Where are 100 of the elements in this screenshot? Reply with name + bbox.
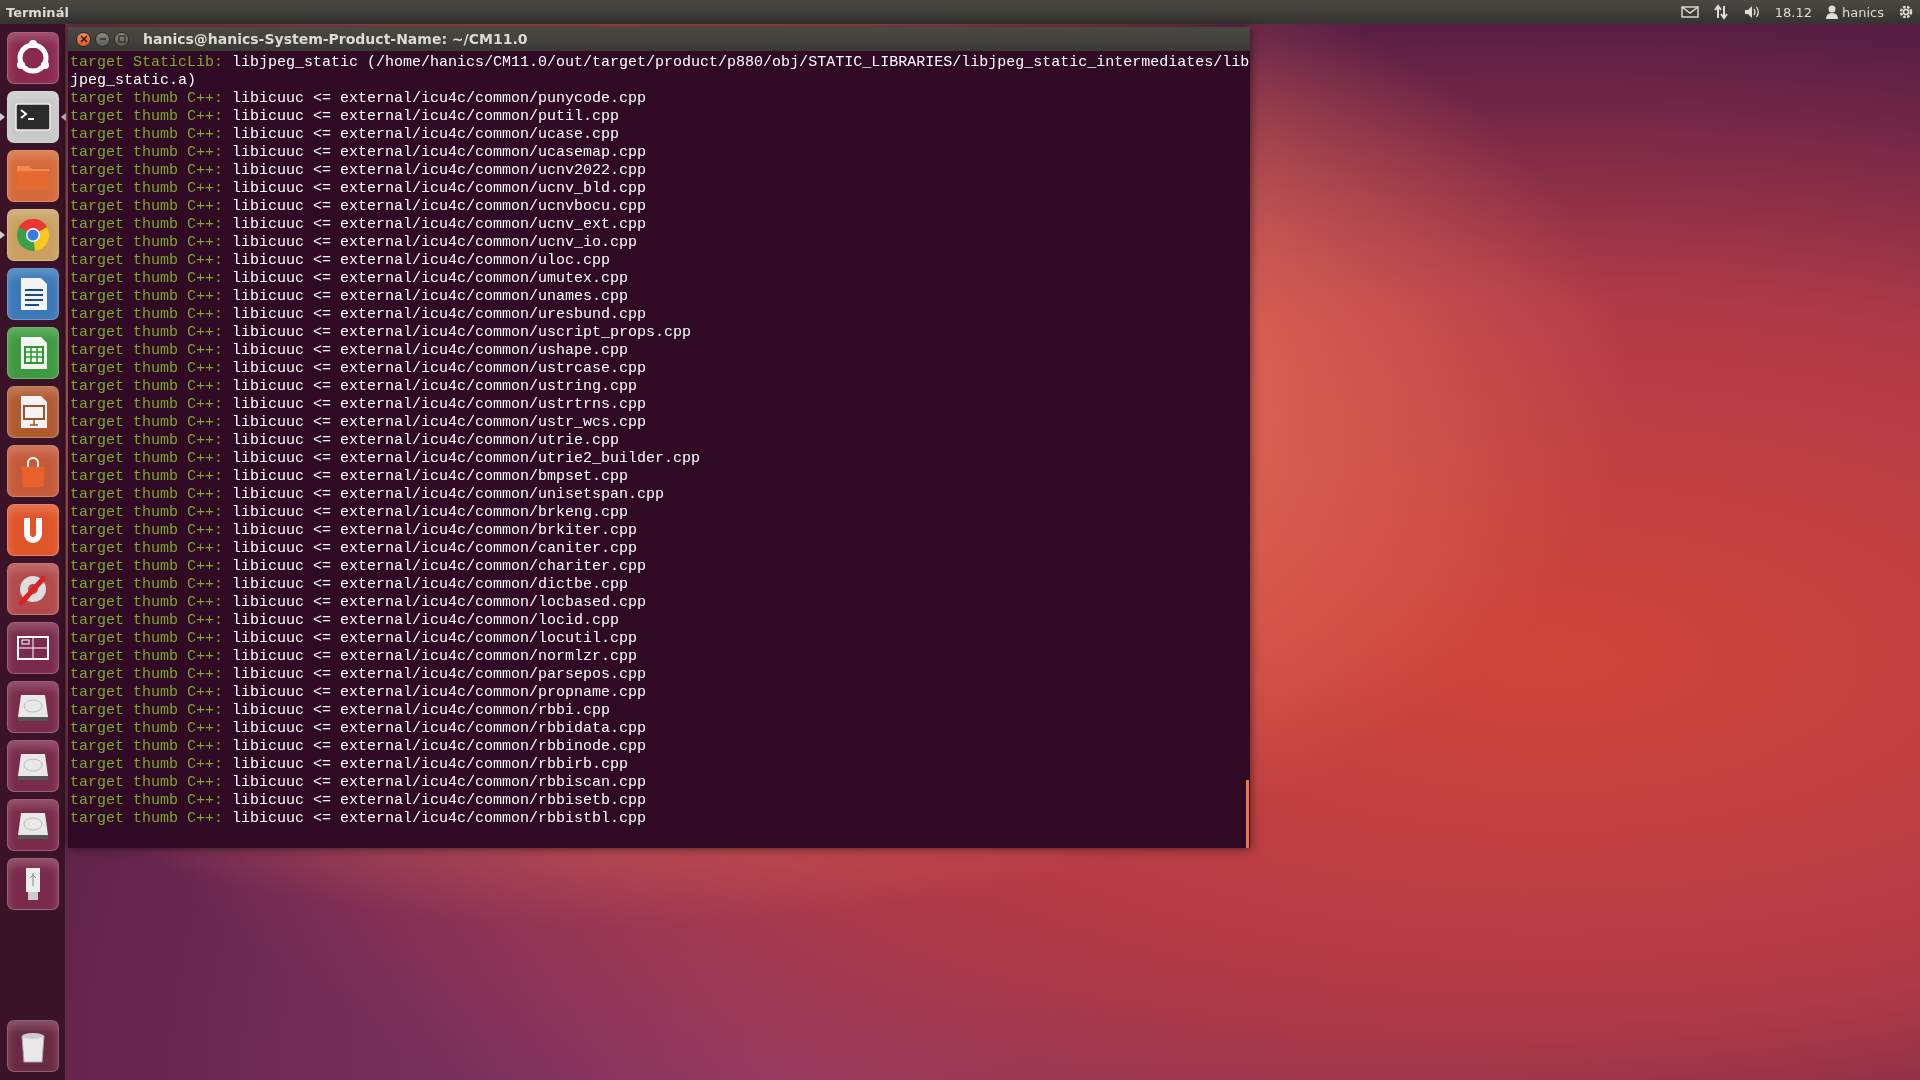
- build-target-label: target thumb C++:: [70, 576, 224, 593]
- mail-icon[interactable]: [1680, 5, 1699, 19]
- output-text: libicuuc <= external/icu4c/common/dictbe.cpp: [232, 576, 629, 593]
- output-text: libicuuc <= external/icu4c/common/unames.cpp: [232, 288, 629, 305]
- output-text: libicuuc <= external/icu4c/common/ucase.cpp: [232, 126, 620, 143]
- launcher-item[interactable]: [6, 858, 59, 910]
- build-target-label: target thumb C++:: [70, 234, 224, 251]
- build-target-label: target thumb C++:: [70, 270, 224, 287]
- build-target-label: target thumb C++:: [70, 414, 224, 431]
- output-text: libicuuc <= external/icu4c/common/umutex.cpp: [232, 270, 629, 287]
- build-target-label: target thumb C++:: [70, 378, 224, 395]
- scrollbar-thumb[interactable]: [1246, 780, 1249, 848]
- output-text: libicuuc <= external/icu4c/common/uscript_props.cpp: [232, 324, 692, 341]
- network-arrows-icon[interactable]: [1712, 4, 1729, 20]
- launcher-item[interactable]: [6, 622, 59, 674]
- output-text: libjpeg_static (/home/hanics/CM11.0/out/target/product/p880/obj/STATIC_LIBRARIES/libjpeg_static_intermediates/lib: [232, 54, 1250, 71]
- output-text: libicuuc <= external/icu4c/common/utrie.cpp: [232, 432, 620, 449]
- output-text: libicuuc <= external/icu4c/common/locid.cpp: [232, 612, 620, 629]
- output-text: libicuuc <= external/icu4c/common/ustrcase.cpp: [232, 360, 647, 377]
- launcher-item[interactable]: [6, 32, 59, 84]
- output-text: libicuuc <= external/icu4c/common/rbbidata.cpp: [232, 720, 647, 737]
- output-text: libicuuc <= external/icu4c/common/ucnv_io.cpp: [232, 234, 638, 251]
- output-text: libicuuc <= external/icu4c/common/ucasemap.cpp: [232, 144, 647, 161]
- output-text: libicuuc <= external/icu4c/common/ushape.cpp: [232, 342, 629, 359]
- minimize-icon: [98, 35, 107, 43]
- build-target-label: target thumb C++:: [70, 522, 224, 539]
- launcher-item[interactable]: [6, 209, 59, 261]
- build-target-label: target thumb C++:: [70, 432, 224, 449]
- user-name[interactable]: hanics: [1842, 4, 1884, 20]
- output-text: libicuuc <= external/icu4c/common/putil.cpp: [232, 108, 620, 125]
- close-button[interactable]: [76, 31, 91, 47]
- build-target-label: target thumb C++:: [70, 702, 224, 719]
- build-target-label: target thumb C++:: [70, 108, 224, 125]
- speaker-icon[interactable]: [1742, 4, 1761, 20]
- build-target-label: target thumb C++:: [70, 468, 224, 485]
- build-target-label: target thumb C++:: [70, 450, 224, 467]
- output-text: libicuuc <= external/icu4c/common/rbbistbl.cpp: [232, 810, 647, 827]
- build-target-label: target thumb C++:: [70, 504, 224, 521]
- app-title: Terminál: [6, 4, 69, 20]
- build-target-label: target thumb C++:: [70, 324, 224, 341]
- launcher-item[interactable]: [6, 799, 59, 851]
- output-text: libicuuc <= external/icu4c/common/ustring.cpp: [232, 378, 638, 395]
- build-target-label: target thumb C++:: [70, 666, 224, 683]
- output-text: libicuuc <= external/icu4c/common/uloc.cpp: [232, 252, 611, 269]
- launcher-item[interactable]: [6, 268, 59, 320]
- build-target-label: target thumb C++:: [70, 288, 224, 305]
- maximize-button[interactable]: [114, 31, 129, 47]
- build-target-label: target thumb C++:: [70, 594, 224, 611]
- build-target-label: target thumb C++:: [70, 90, 224, 107]
- build-target-label: target thumb C++:: [70, 630, 224, 647]
- build-target-label: target thumb C++:: [70, 540, 224, 557]
- launcher-item[interactable]: [6, 504, 59, 556]
- output-text: libicuuc <= external/icu4c/common/chariter.cpp: [232, 558, 647, 575]
- build-target-label: target thumb C++:: [70, 774, 224, 791]
- build-target-label: target thumb C++:: [70, 756, 224, 773]
- launcher-item[interactable]: [6, 681, 59, 733]
- output-text: libicuuc <= external/icu4c/common/rbbi.cpp: [232, 702, 611, 719]
- build-target-label: target thumb C++:: [70, 306, 224, 323]
- build-target-label: target thumb C++:: [70, 558, 224, 575]
- build-target-label: target thumb C++:: [70, 126, 224, 143]
- build-target-label: target thumb C++:: [70, 720, 224, 737]
- build-target-label: target thumb C++:: [70, 810, 224, 827]
- output-text: libicuuc <= external/icu4c/common/parsepos.cpp: [232, 666, 647, 683]
- build-target-label: target thumb C++:: [70, 180, 224, 197]
- window-title: hanics@hanics-System-Product-Name: ~/CM11.0: [143, 31, 528, 47]
- output-text: libicuuc <= external/icu4c/common/rbbirb.cpp: [232, 756, 629, 773]
- launcher-item[interactable]: [6, 386, 59, 438]
- build-target-label: target thumb C++:: [70, 252, 224, 269]
- build-target-label: target StaticLib:: [70, 54, 224, 71]
- output-text: libicuuc <= external/icu4c/common/rbbisetb.cpp: [232, 792, 647, 809]
- user-icon: [1826, 5, 1838, 19]
- output-text: libicuuc <= external/icu4c/common/caniter.cpp: [232, 540, 638, 557]
- build-target-label: target thumb C++:: [70, 684, 224, 701]
- output-text: libicuuc <= external/icu4c/common/normlzr.cpp: [232, 648, 638, 665]
- minimize-button[interactable]: [95, 31, 110, 47]
- launcher-item[interactable]: [6, 1020, 59, 1072]
- launcher-item[interactable]: [6, 150, 59, 202]
- output-text: libicuuc <= external/icu4c/common/rbbiscan.cpp: [232, 774, 647, 791]
- build-target-label: target thumb C++:: [70, 360, 224, 377]
- build-target-label: target thumb C++:: [70, 612, 224, 629]
- output-text: libicuuc <= external/icu4c/common/ucnv_bld.cpp: [232, 180, 647, 197]
- settings-icon[interactable]: [1898, 4, 1914, 20]
- output-text: libicuuc <= external/icu4c/common/ucnv2022.cpp: [232, 162, 647, 179]
- output-text: libicuuc <= external/icu4c/common/brkeng.cpp: [232, 504, 629, 521]
- output-text: libicuuc <= external/icu4c/common/utrie2_builder.cpp: [232, 450, 701, 467]
- maximize-icon: [117, 35, 126, 43]
- build-target-label: target thumb C++:: [70, 198, 224, 215]
- output-text: libicuuc <= external/icu4c/common/punycode.cpp: [232, 90, 647, 107]
- output-text: libicuuc <= external/icu4c/common/uresbund.cpp: [232, 306, 647, 323]
- launcher-item[interactable]: [6, 563, 59, 615]
- build-target-label: target thumb C++:: [70, 486, 224, 503]
- output-text: libicuuc <= external/icu4c/common/locutil.cpp: [232, 630, 638, 647]
- build-target-label: target thumb C++:: [70, 162, 224, 179]
- launcher-item[interactable]: [6, 327, 59, 379]
- launcher-item[interactable]: [6, 740, 59, 792]
- output-text: libicuuc <= external/icu4c/common/unisetspan.cpp: [232, 486, 665, 503]
- output-text: jpeg_static.a): [70, 72, 197, 89]
- clock[interactable]: 18.12: [1774, 4, 1812, 20]
- launcher-item[interactable]: [6, 91, 59, 143]
- build-target-label: target thumb C++:: [70, 792, 224, 809]
